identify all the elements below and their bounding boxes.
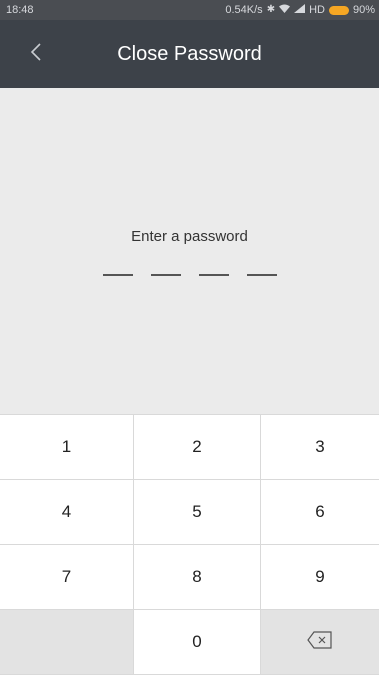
- key-2[interactable]: 2: [134, 414, 261, 480]
- pin-slot: [198, 274, 229, 276]
- status-time: 18:48: [6, 4, 34, 16]
- pin-slot: [150, 274, 181, 276]
- key-1[interactable]: 1: [0, 414, 134, 480]
- key-4[interactable]: 4: [0, 480, 134, 545]
- pin-slot: [246, 274, 277, 276]
- key-8[interactable]: 8: [134, 545, 261, 610]
- status-indicators: 0.54K/s ✱ HD 90%: [225, 4, 375, 16]
- key-5[interactable]: 5: [134, 480, 261, 545]
- hd-label: HD: [309, 4, 325, 16]
- key-3[interactable]: 3: [261, 414, 379, 480]
- chevron-left-icon: [30, 42, 42, 67]
- signal-icon: [294, 4, 306, 16]
- pin-slot: [102, 274, 133, 276]
- key-blank: [0, 610, 134, 675]
- back-button[interactable]: [22, 40, 50, 68]
- key-0[interactable]: 0: [134, 610, 261, 675]
- wifi-icon: [279, 4, 291, 16]
- network-speed: 0.54K/s: [225, 4, 263, 16]
- key-6[interactable]: 6: [261, 480, 379, 545]
- page-title: Close Password: [117, 42, 262, 65]
- delete-button[interactable]: [261, 610, 379, 675]
- battery-level: 90%: [352, 4, 375, 16]
- pin-indicator: [0, 274, 379, 276]
- password-area: Enter a password: [0, 88, 379, 414]
- key-7[interactable]: 7: [0, 545, 134, 610]
- battery-icon: [328, 5, 349, 15]
- app-header: Close Password: [0, 20, 379, 88]
- status-bar: 18:48 0.54K/s ✱ HD 90%: [0, 0, 379, 20]
- bluetooth-icon: ✱: [266, 4, 276, 15]
- numeric-keypad: 1 2 3 4 5 6 7 8 9 0: [0, 414, 379, 675]
- password-prompt: Enter a password: [131, 228, 248, 245]
- backspace-icon: [307, 630, 333, 654]
- key-9[interactable]: 9: [261, 545, 379, 610]
